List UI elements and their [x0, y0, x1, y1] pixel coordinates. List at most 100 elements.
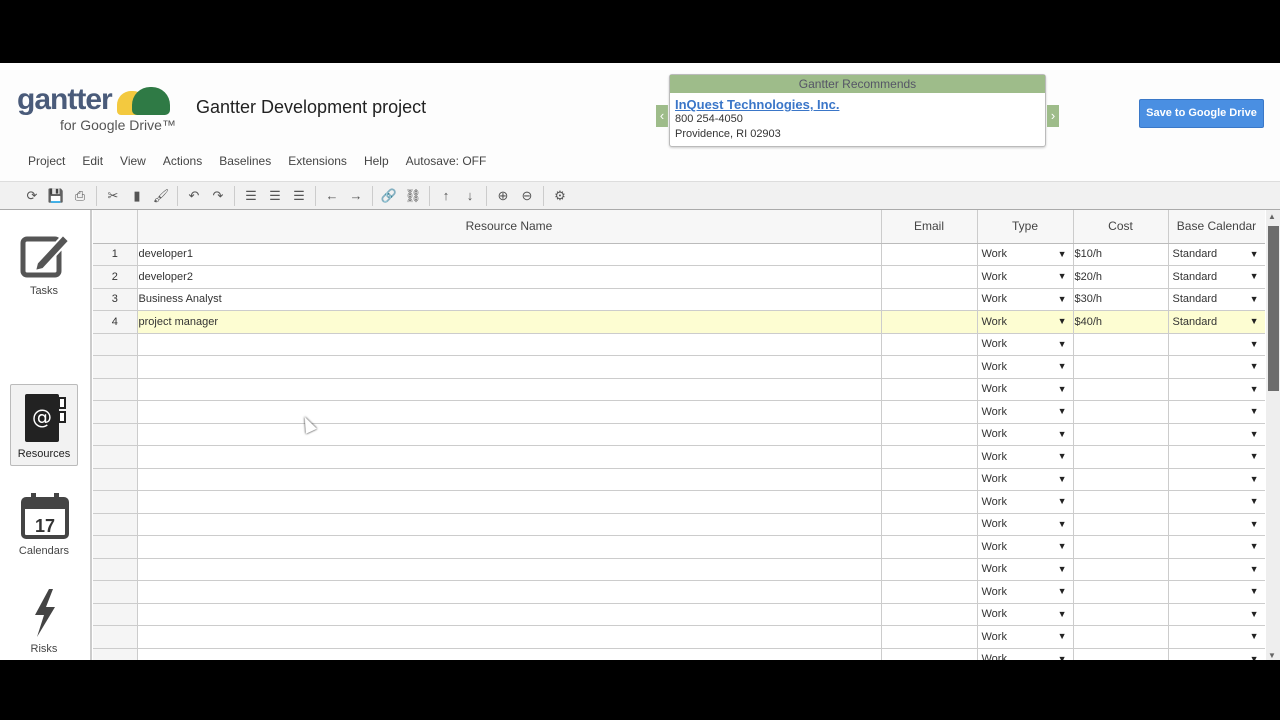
dropdown-arrow-icon[interactable]: ▼ — [1058, 339, 1067, 349]
resource-name-cell[interactable] — [137, 468, 882, 491]
cost-cell[interactable] — [1073, 603, 1169, 626]
table-row[interactable]: Work ▼ ▼ — [93, 468, 1265, 491]
email-cell[interactable] — [881, 423, 978, 446]
zoom-out-icon[interactable]: ⊖ — [515, 188, 539, 204]
table-row[interactable]: Work ▼ ▼ — [93, 648, 1265, 660]
dropdown-arrow-icon[interactable]: ▼ — [1058, 654, 1067, 661]
menu-item-baselines[interactable]: Baselines — [219, 154, 271, 168]
dropdown-arrow-icon[interactable]: ▼ — [1250, 271, 1259, 281]
email-cell[interactable] — [881, 288, 978, 311]
base-calendar-select[interactable]: ▼ — [1168, 378, 1265, 401]
row-number[interactable] — [93, 513, 138, 536]
email-cell[interactable] — [881, 535, 978, 559]
dropdown-arrow-icon[interactable]: ▼ — [1250, 316, 1259, 326]
dropdown-arrow-icon[interactable]: ▼ — [1058, 406, 1067, 416]
type-select[interactable]: Work ▼ — [977, 558, 1074, 581]
table-row[interactable]: Work ▼ ▼ — [93, 625, 1265, 649]
table-row[interactable]: 4 project manager Work ▼ $40/h Standard ▼ — [93, 310, 1265, 334]
type-select[interactable]: Work ▼ — [977, 243, 1074, 266]
cost-cell[interactable] — [1073, 558, 1169, 581]
column-header-base-calendar[interactable]: Base Calendar — [1168, 210, 1265, 244]
resource-name-cell[interactable] — [137, 423, 882, 446]
email-cell[interactable] — [881, 310, 978, 334]
insert-icon[interactable]: ☰ — [287, 188, 311, 204]
dropdown-arrow-icon[interactable]: ▼ — [1058, 316, 1067, 326]
menu-item-actions[interactable]: Actions — [163, 154, 202, 168]
table-row[interactable]: Work ▼ ▼ — [93, 490, 1265, 514]
sidebar-item-resources[interactable]: @ Resources — [10, 384, 78, 466]
email-cell[interactable] — [881, 265, 978, 289]
dropdown-arrow-icon[interactable]: ▼ — [1058, 294, 1067, 304]
resource-name-cell[interactable]: developer2 — [137, 265, 882, 289]
sidebar-item-tasks[interactable]: Tasks — [10, 222, 78, 304]
column-header-cost[interactable]: Cost — [1073, 210, 1169, 244]
row-number[interactable] — [93, 558, 138, 581]
dropdown-arrow-icon[interactable]: ▼ — [1058, 249, 1067, 259]
resource-name-cell[interactable] — [137, 333, 882, 356]
type-select[interactable]: Work ▼ — [977, 333, 1074, 356]
dropdown-arrow-icon[interactable]: ▼ — [1058, 586, 1067, 596]
dropdown-arrow-icon[interactable]: ▼ — [1058, 474, 1067, 484]
cost-cell[interactable]: $10/h — [1073, 243, 1169, 266]
base-calendar-select[interactable]: ▼ — [1168, 535, 1265, 559]
undo-icon[interactable]: ↶ — [182, 188, 206, 204]
cost-cell[interactable] — [1073, 355, 1169, 379]
base-calendar-select[interactable]: ▼ — [1168, 603, 1265, 626]
dropdown-arrow-icon[interactable]: ▼ — [1058, 541, 1067, 551]
email-cell[interactable] — [881, 513, 978, 536]
table-row[interactable]: Work ▼ ▼ — [93, 580, 1265, 604]
type-select[interactable]: Work ▼ — [977, 648, 1074, 661]
type-select[interactable]: Work ▼ — [977, 400, 1074, 424]
cost-cell[interactable] — [1073, 378, 1169, 401]
base-calendar-select[interactable]: Standard ▼ — [1168, 243, 1265, 266]
base-calendar-select[interactable]: Standard ▼ — [1168, 310, 1265, 334]
dropdown-arrow-icon[interactable]: ▼ — [1250, 519, 1259, 529]
type-select[interactable]: Work ▼ — [977, 468, 1074, 491]
email-cell[interactable] — [881, 400, 978, 424]
resource-name-cell[interactable]: developer1 — [137, 243, 882, 266]
row-number[interactable] — [93, 603, 138, 626]
resource-name-cell[interactable]: project manager — [137, 310, 882, 334]
type-select[interactable]: Work ▼ — [977, 423, 1074, 446]
email-cell[interactable] — [881, 445, 978, 469]
row-number[interactable]: 1 — [93, 243, 138, 266]
resource-name-cell[interactable] — [137, 648, 882, 660]
dropdown-arrow-icon[interactable]: ▼ — [1058, 631, 1067, 641]
resource-name-cell[interactable] — [137, 445, 882, 469]
row-number[interactable] — [93, 580, 138, 604]
resource-name-cell[interactable] — [137, 625, 882, 649]
dropdown-arrow-icon[interactable]: ▼ — [1058, 451, 1067, 461]
type-select[interactable]: Work ▼ — [977, 310, 1074, 334]
cost-cell[interactable] — [1073, 513, 1169, 536]
type-select[interactable]: Work ▼ — [977, 513, 1074, 536]
dropdown-arrow-icon[interactable]: ▼ — [1250, 564, 1259, 574]
dropdown-arrow-icon[interactable]: ▼ — [1250, 496, 1259, 506]
column-header-email[interactable]: Email — [881, 210, 978, 244]
indent-icon[interactable]: ☰ — [239, 188, 263, 204]
dropdown-arrow-icon[interactable]: ▼ — [1250, 631, 1259, 641]
move-up-icon[interactable]: ↑ — [434, 188, 458, 203]
menu-item-view[interactable]: View — [120, 154, 146, 168]
base-calendar-select[interactable]: ▼ — [1168, 558, 1265, 581]
row-number[interactable] — [93, 400, 138, 424]
row-number[interactable] — [93, 490, 138, 514]
refresh-icon[interactable]: ⟳ — [20, 188, 44, 204]
base-calendar-select[interactable]: ▼ — [1168, 648, 1265, 660]
dropdown-arrow-icon[interactable]: ▼ — [1250, 451, 1259, 461]
cost-cell[interactable]: $40/h — [1073, 310, 1169, 334]
base-calendar-select[interactable]: Standard ▼ — [1168, 265, 1265, 289]
row-number[interactable] — [93, 648, 138, 660]
dropdown-arrow-icon[interactable]: ▼ — [1250, 429, 1259, 439]
type-select[interactable]: Work ▼ — [977, 355, 1074, 379]
outdent-icon[interactable]: ☰ — [263, 188, 287, 204]
resource-name-cell[interactable] — [137, 603, 882, 626]
type-select[interactable]: Work ▼ — [977, 580, 1074, 604]
resource-name-cell[interactable] — [137, 490, 882, 514]
sidebar-item-calendars[interactable]: 17 Calendars — [10, 482, 78, 564]
dropdown-arrow-icon[interactable]: ▼ — [1250, 384, 1259, 394]
email-cell[interactable] — [881, 558, 978, 581]
base-calendar-select[interactable]: ▼ — [1168, 333, 1265, 356]
settings-icon[interactable]: ⚙ — [548, 188, 572, 204]
column-header-row-number[interactable] — [93, 210, 138, 244]
dropdown-arrow-icon[interactable]: ▼ — [1250, 541, 1259, 551]
